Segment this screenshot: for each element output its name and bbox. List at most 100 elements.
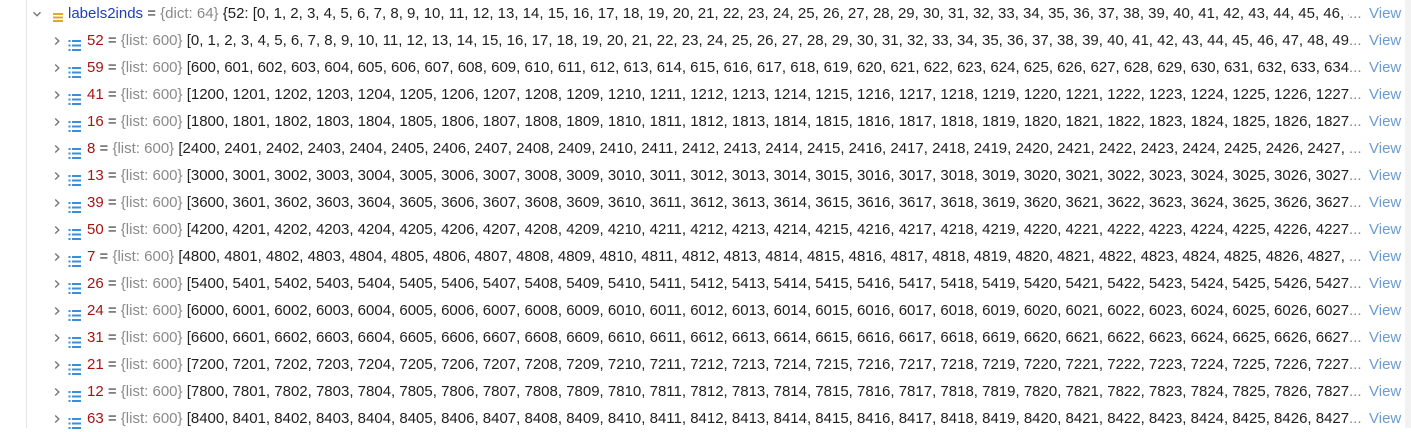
child-variable-text: 21 = {list: 600} [7200, 7201, 7202, 7203… (87, 351, 1351, 378)
variable-value: [0, 1, 2, 3, 4, 5, 6, 7, 8, 9, 10, 11, 1… (186, 32, 1351, 49)
view-link[interactable]: View (1367, 243, 1407, 270)
variable-name: 26 (87, 275, 104, 292)
child-variable-text: 24 = {list: 600} [6000, 6001, 6002, 6003… (87, 297, 1351, 324)
view-link[interactable]: View (1367, 27, 1407, 54)
chevron-right-icon[interactable] (50, 243, 64, 270)
truncation-ellipsis: ... (1349, 189, 1367, 216)
view-link[interactable]: View (1367, 270, 1407, 297)
tree-row[interactable]: 7 = {list: 600} [4800, 4801, 4802, 4803,… (26, 243, 1411, 270)
root-variable-text: labels2inds = {dict: 64} {52: [0, 1, 2, … (68, 0, 1351, 27)
list-variable-icon (68, 358, 82, 375)
type-hint: {list: 600} (112, 248, 175, 265)
type-hint: {list: 600} (112, 140, 175, 157)
truncation-ellipsis: ... (1349, 108, 1367, 135)
chevron-right-icon[interactable] (50, 108, 64, 135)
truncation-ellipsis: ... (1349, 270, 1367, 297)
list-variable-icon (68, 331, 82, 348)
tree-row[interactable]: 59 = {list: 600} [600, 601, 602, 603, 60… (26, 54, 1411, 81)
variable-value: [3000, 3001, 3002, 3003, 3004, 3005, 300… (186, 167, 1351, 184)
variable-name: 59 (87, 59, 104, 76)
type-hint: {list: 600} (120, 167, 183, 184)
tree-row[interactable]: 50 = {list: 600} [4200, 4201, 4202, 4203… (26, 216, 1411, 243)
truncation-ellipsis: ... (1349, 135, 1367, 162)
tree-row[interactable]: 26 = {list: 600} [5400, 5401, 5402, 5403… (26, 270, 1411, 297)
list-variable-icon (68, 142, 82, 159)
chevron-right-icon[interactable] (50, 378, 64, 405)
view-link[interactable]: View (1367, 297, 1407, 324)
tree-row[interactable]: 8 = {list: 600} [2400, 2401, 2402, 2403,… (26, 135, 1411, 162)
chevron-right-icon[interactable] (50, 135, 64, 162)
chevron-right-icon[interactable] (50, 216, 64, 243)
view-link[interactable]: View (1367, 135, 1407, 162)
chevron-right-icon[interactable] (50, 81, 64, 108)
view-link[interactable]: View (1367, 216, 1407, 243)
debugger-gutter (0, 0, 27, 428)
list-variable-icon (68, 223, 82, 240)
truncation-ellipsis: ... (1349, 297, 1367, 324)
view-link[interactable]: View (1367, 81, 1407, 108)
view-link[interactable]: View (1367, 351, 1407, 378)
view-link[interactable]: View (1367, 108, 1407, 135)
truncation-ellipsis: ... (1349, 54, 1367, 81)
variable-name: 63 (87, 410, 104, 427)
variable-value: [5400, 5401, 5402, 5403, 5404, 5405, 540… (186, 275, 1351, 292)
type-hint: {list: 600} (120, 410, 183, 427)
view-link[interactable]: View (1367, 54, 1407, 81)
chevron-right-icon[interactable] (50, 27, 64, 54)
type-hint: {list: 600} (120, 302, 183, 319)
vertical-scrollbar[interactable] (1405, 0, 1411, 428)
tree-row-root[interactable]: labels2inds = {dict: 64} {52: [0, 1, 2, … (26, 0, 1411, 27)
variables-tree: labels2inds = {dict: 64} {52: [0, 1, 2, … (26, 0, 1411, 432)
tree-row[interactable]: 41 = {list: 600} [1200, 1201, 1202, 1203… (26, 81, 1411, 108)
variable-value: [4200, 4201, 4202, 4203, 4204, 4205, 420… (186, 221, 1351, 238)
variable-value: [6000, 6001, 6002, 6003, 6004, 6005, 600… (186, 302, 1351, 319)
truncation-ellipsis: ... (1349, 81, 1367, 108)
tree-row[interactable]: 16 = {list: 600} [1800, 1801, 1802, 1803… (26, 108, 1411, 135)
child-variable-text: 31 = {list: 600} [6600, 6601, 6602, 6603… (87, 324, 1351, 351)
chevron-right-icon[interactable] (50, 297, 64, 324)
variable-value: [3600, 3601, 3602, 3603, 3604, 3605, 360… (186, 194, 1351, 211)
truncation-ellipsis: ... (1349, 216, 1367, 243)
child-variable-text: 41 = {list: 600} [1200, 1201, 1202, 1203… (87, 81, 1351, 108)
list-variable-icon (68, 34, 82, 51)
tree-row[interactable]: 39 = {list: 600} [3600, 3601, 3602, 3603… (26, 189, 1411, 216)
tree-row[interactable]: 52 = {list: 600} [0, 1, 2, 3, 4, 5, 6, 7… (26, 27, 1411, 54)
type-hint: {list: 600} (120, 113, 183, 130)
child-variable-text: 7 = {list: 600} [4800, 4801, 4802, 4803,… (87, 243, 1351, 270)
view-link[interactable]: View (1367, 378, 1407, 405)
list-variable-icon (68, 385, 82, 402)
type-hint: {list: 600} (120, 59, 183, 76)
child-variable-text: 39 = {list: 600} [3600, 3601, 3602, 3603… (87, 189, 1351, 216)
chevron-right-icon[interactable] (50, 54, 64, 81)
type-hint: {list: 600} (120, 383, 183, 400)
truncation-ellipsis: ... (1349, 243, 1367, 270)
variable-name: labels2inds (68, 5, 144, 22)
truncation-ellipsis: ... (1349, 162, 1367, 189)
view-link[interactable]: View (1367, 0, 1407, 27)
chevron-right-icon[interactable] (50, 351, 64, 378)
variable-name: 39 (87, 194, 104, 211)
variable-name: 12 (87, 383, 104, 400)
view-link[interactable]: View (1367, 324, 1407, 351)
chevron-right-icon[interactable] (50, 270, 64, 297)
list-variable-icon (68, 88, 82, 105)
view-link[interactable]: View (1367, 189, 1407, 216)
tree-row[interactable]: 13 = {list: 600} [3000, 3001, 3002, 3003… (26, 162, 1411, 189)
list-variable-icon (68, 169, 82, 186)
tree-row[interactable]: 21 = {list: 600} [7200, 7201, 7202, 7203… (26, 351, 1411, 378)
tree-row[interactable]: 12 = {list: 600} [7800, 7801, 7802, 7803… (26, 378, 1411, 405)
child-variable-text: 26 = {list: 600} [5400, 5401, 5402, 5403… (87, 270, 1351, 297)
view-link[interactable]: View (1367, 162, 1407, 189)
tree-row[interactable]: 24 = {list: 600} [6000, 6001, 6002, 6003… (26, 297, 1411, 324)
variable-value: [7200, 7201, 7202, 7203, 7204, 7205, 720… (186, 356, 1351, 373)
chevron-right-icon[interactable] (50, 162, 64, 189)
child-variable-text: 12 = {list: 600} [7800, 7801, 7802, 7803… (87, 378, 1351, 405)
type-hint: {list: 600} (120, 32, 183, 49)
list-variable-icon (68, 196, 82, 213)
type-hint: {list: 600} (120, 221, 183, 238)
chevron-right-icon[interactable] (50, 189, 64, 216)
type-hint: {list: 600} (120, 86, 183, 103)
tree-row[interactable]: 31 = {list: 600} [6600, 6601, 6602, 6603… (26, 324, 1411, 351)
chevron-down-icon[interactable] (30, 0, 44, 27)
chevron-right-icon[interactable] (50, 324, 64, 351)
